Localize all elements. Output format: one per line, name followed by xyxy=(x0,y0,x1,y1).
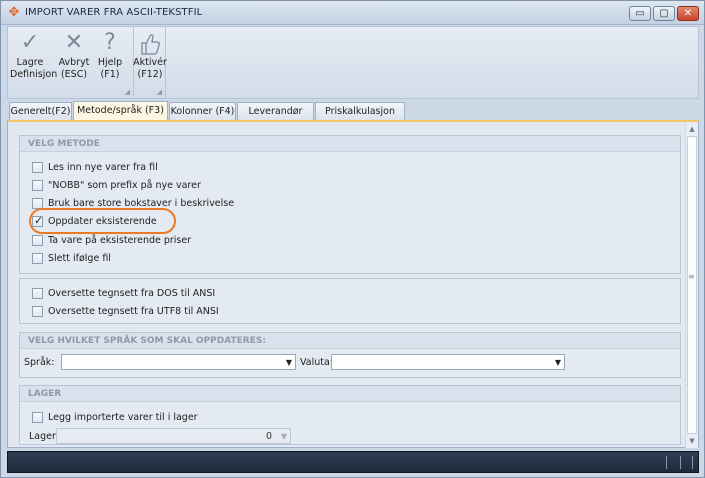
checkbox[interactable] xyxy=(32,235,43,246)
import-window: ✥ IMPORT VARER FRA ASCII-TEKSTFIL ▭ ▢ ✕ … xyxy=(0,0,705,478)
maximize-button[interactable]: ▢ xyxy=(653,6,675,21)
dropdown-arrow-icon: ▼ xyxy=(280,432,287,441)
tab-content-panel: VELG METODE Les inn nye varer fra fil "N… xyxy=(7,120,699,448)
check-icon: ✓ xyxy=(34,214,44,227)
language-group-header: VELG HVILKET SPRÅK SOM SKAL OPPDATERES: xyxy=(20,333,680,349)
question-icon: ? xyxy=(104,30,116,55)
checkbox[interactable] xyxy=(32,180,43,191)
status-separator xyxy=(666,456,667,469)
close-button[interactable]: ✕ xyxy=(677,6,699,21)
scrollbar-thumb[interactable] xyxy=(687,136,697,434)
cancel-button[interactable]: ✕ Avbryt (ESC) xyxy=(54,29,94,89)
status-separator xyxy=(692,456,693,469)
stock-group: LAGER Legg importerte varer til i lager … xyxy=(19,385,681,445)
ribbon-group-activate: Aktivér (F12) ◢ xyxy=(133,27,167,98)
checkbox[interactable] xyxy=(32,306,43,317)
activate-button[interactable]: Aktivér (F12) xyxy=(130,29,170,89)
tab-kolonner[interactable]: Kolonner (F4) xyxy=(169,102,236,121)
ribbon-toolbar: ✓ Lagre Definisjon ✕ Avbryt (ESC) ? Hjel… xyxy=(7,26,699,99)
app-logo-icon: ✥ xyxy=(8,5,20,20)
scroll-up-icon[interactable]: ▲ xyxy=(686,123,698,135)
checkbox[interactable] xyxy=(32,253,43,264)
checkbox[interactable] xyxy=(32,412,43,423)
group-expander-icon[interactable]: ◢ xyxy=(125,88,130,96)
checkmark-icon: ✓ xyxy=(20,30,40,55)
currency-label: Valuta: xyxy=(300,357,333,368)
thumbs-up-icon xyxy=(130,29,170,57)
tab-leverandor[interactable]: Leverandør (F5) xyxy=(237,102,314,134)
dropdown-arrow-icon: ▼ xyxy=(285,358,292,367)
checkbox-checked[interactable]: ✓ xyxy=(32,214,44,227)
vertical-scrollbar[interactable]: ▲ ≡ ▼ xyxy=(685,122,698,448)
checkbox[interactable] xyxy=(32,288,43,299)
stock-group-header: LAGER xyxy=(20,386,680,402)
method-group: VELG METODE Les inn nye varer fra fil "N… xyxy=(19,135,681,274)
stock-label: Lager xyxy=(29,431,56,442)
tab-priskalkulasjon[interactable]: Priskalkulasjon (F6) xyxy=(315,102,405,134)
window-title: IMPORT VARER FRA ASCII-TEKSTFIL xyxy=(25,7,203,18)
ribbon-group-main: ✓ Lagre Definisjon ✕ Avbryt (ESC) ? Hjel… xyxy=(8,27,134,98)
tab-strip: Generelt(F2) Metode/språk (F3) Kolonner … xyxy=(7,101,699,134)
tab-metode-sprak[interactable]: Metode/språk (F3) xyxy=(73,101,168,122)
charset-group: Oversette tegnsett fra DOS til ANSI Over… xyxy=(19,278,681,324)
currency-select[interactable]: ▼ xyxy=(331,354,565,370)
method-group-header: VELG METODE xyxy=(20,136,680,152)
status-bar xyxy=(7,451,699,473)
close-icon: ✕ xyxy=(683,8,693,19)
dropdown-arrow-icon: ▼ xyxy=(554,358,561,367)
minimize-icon: ▭ xyxy=(635,8,645,19)
language-group: VELG HVILKET SPRÅK SOM SKAL OPPDATERES: … xyxy=(19,332,681,378)
maximize-icon: ▢ xyxy=(659,8,669,19)
x-cancel-icon: ✕ xyxy=(64,30,84,55)
grip-icon: ≡ xyxy=(688,272,695,281)
scroll-down-icon[interactable]: ▼ xyxy=(686,435,698,447)
status-separator xyxy=(680,456,681,469)
title-bar[interactable]: ✥ IMPORT VARER FRA ASCII-TEKSTFIL ▭ ▢ ✕ xyxy=(1,1,704,25)
save-definition-button[interactable]: ✓ Lagre Definisjon xyxy=(10,29,57,89)
stock-select[interactable]: 0 ▼ xyxy=(56,428,291,444)
help-button[interactable]: ? Hjelp (F1) xyxy=(92,29,128,89)
language-select[interactable]: ▼ xyxy=(61,354,296,370)
checkbox[interactable] xyxy=(32,162,43,173)
group-expander-icon[interactable]: ◢ xyxy=(157,88,162,96)
tab-generelt[interactable]: Generelt(F2) xyxy=(9,102,72,121)
minimize-button[interactable]: ▭ xyxy=(629,6,651,21)
language-label: Språk: xyxy=(24,357,55,368)
